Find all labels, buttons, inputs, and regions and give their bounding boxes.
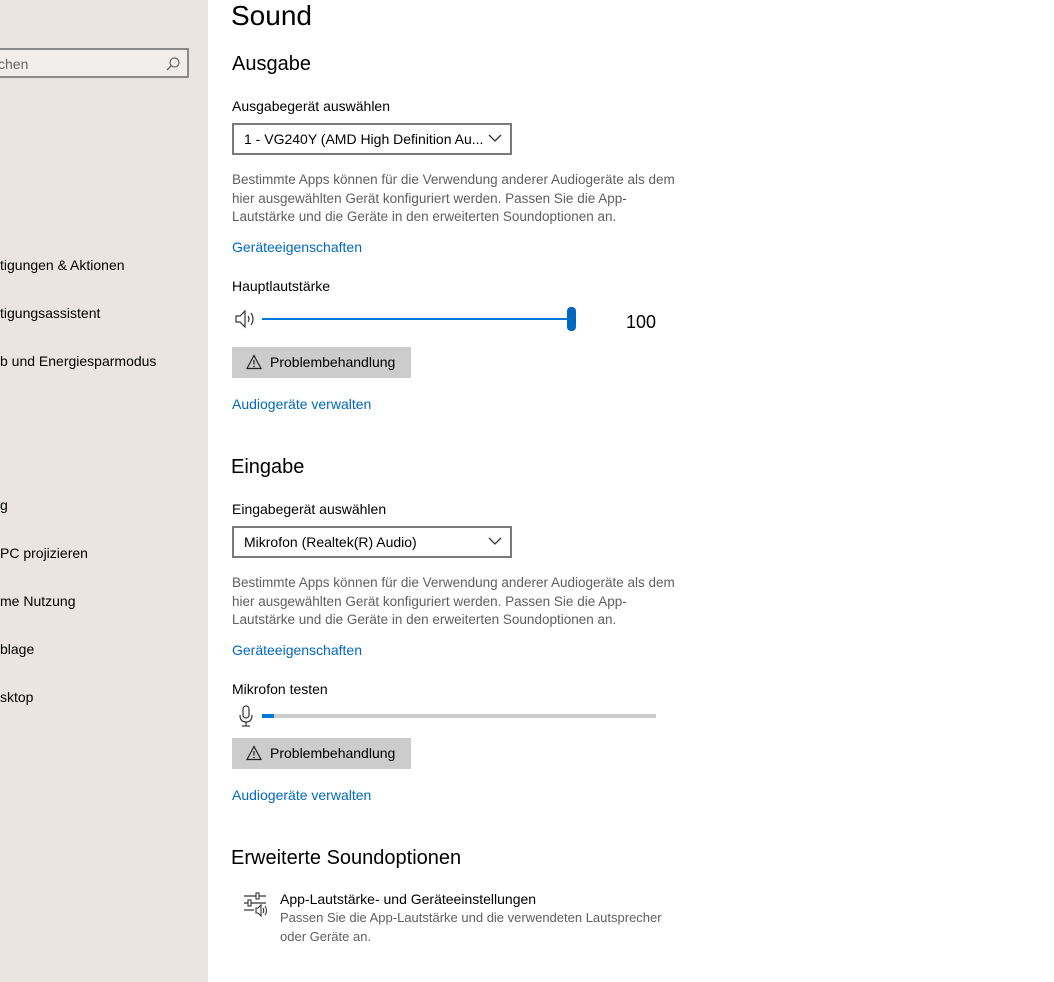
sidebar: chen tigungen & Aktionen tigungsassisten…: [0, 0, 208, 982]
app-volume-settings-item[interactable]: App-Lautstärke- und Geräteeinstellungen …: [238, 888, 678, 948]
warning-icon: [246, 354, 262, 370]
sidebar-item-power-sleep[interactable]: b und Energiesparmodus: [0, 353, 156, 369]
main-content: Sound Ausgabe Ausgabegerät auswählen 1 -…: [208, 0, 1054, 982]
mic-test-label: Mikrofon testen: [232, 681, 328, 697]
input-device-label: Eingabegerät auswählen: [232, 501, 387, 517]
mic-level-fill: [262, 714, 274, 718]
sidebar-item-remote-desktop[interactable]: sktop: [0, 689, 33, 705]
output-device-properties-link[interactable]: Geräteeigenschaften: [232, 239, 362, 255]
input-troubleshoot-label: Problembehandlung: [270, 745, 396, 761]
microphone-icon: [239, 705, 253, 727]
output-manage-devices-link[interactable]: Audiogeräte verwalten: [232, 396, 371, 412]
output-device-label: Ausgabegerät auswählen: [232, 98, 391, 114]
output-heading: Ausgabe: [232, 53, 311, 75]
volume-slider-thumb[interactable]: [567, 307, 576, 331]
output-description: Bestimmte Apps können für die Verwendung…: [232, 172, 675, 224]
search-input[interactable]: chen: [0, 56, 28, 72]
sidebar-item-clipboard[interactable]: blage: [0, 641, 34, 657]
output-device-value: 1 - VG240Y (AMD High Definition Au...: [244, 131, 484, 147]
sidebar-item-notifications[interactable]: tigungen & Aktionen: [0, 257, 125, 273]
speaker-icon[interactable]: [234, 309, 258, 329]
input-heading: Eingabe: [231, 456, 305, 478]
sidebar-item-shared-experiences[interactable]: me Nutzung: [0, 593, 75, 609]
page-title: Sound: [231, 0, 312, 31]
app-volume-settings-desc: Passen Sie die App-Lautstärke und die ve…: [280, 910, 662, 944]
advanced-heading: Erweiterte Soundoptionen: [231, 847, 462, 869]
output-device-select[interactable]: 1 - VG240Y (AMD High Definition Au...: [232, 123, 512, 155]
volume-slider-track[interactable]: [262, 318, 572, 320]
sidebar-item-project[interactable]: PC projizieren: [0, 545, 88, 561]
sidebar-item-multitasking[interactable]: g: [0, 497, 8, 513]
volume-label: Hauptlautstärke: [232, 278, 331, 294]
input-manage-devices-link[interactable]: Audiogeräte verwalten: [232, 787, 371, 803]
chevron-down-icon: [488, 134, 502, 142]
input-troubleshoot-button[interactable]: Problembehandlung: [232, 738, 411, 769]
app-volume-settings-title: App-Lautstärke- und Geräteeinstellungen: [280, 891, 537, 907]
search-icon[interactable]: [165, 56, 181, 72]
volume-value: 100: [626, 312, 657, 332]
input-device-properties-link[interactable]: Geräteeigenschaften: [232, 642, 362, 658]
search-box[interactable]: chen: [0, 48, 189, 78]
sidebar-item-focus-assist[interactable]: tigungsassistent: [0, 305, 100, 321]
mic-level-track: [262, 714, 656, 718]
input-device-value: Mikrofon (Realtek(R) Audio): [244, 534, 417, 550]
chevron-down-icon: [488, 537, 502, 545]
sliders-speaker-icon: [244, 892, 268, 918]
output-troubleshoot-button[interactable]: Problembehandlung: [232, 347, 411, 378]
warning-icon: [246, 745, 262, 761]
input-device-select[interactable]: Mikrofon (Realtek(R) Audio): [232, 526, 512, 558]
input-description: Bestimmte Apps können für die Verwendung…: [232, 575, 675, 627]
output-troubleshoot-label: Problembehandlung: [270, 354, 396, 370]
